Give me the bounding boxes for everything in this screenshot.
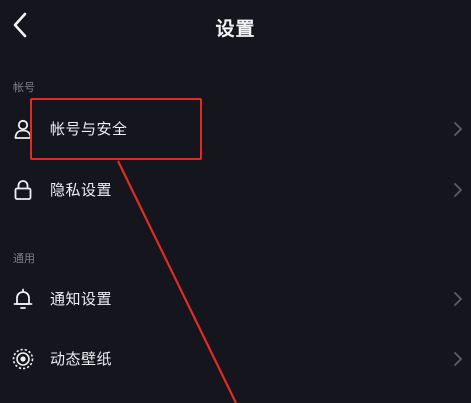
page-title: 设置	[215, 18, 256, 40]
live-wallpaper-icon	[11, 347, 35, 371]
settings-item-label: 动态壁纸	[50, 350, 113, 368]
chevron-right-icon	[453, 121, 463, 137]
section-label-account: 帐号	[13, 81, 35, 94]
settings-item-live-wallpaper[interactable]: 动态壁纸	[0, 336, 471, 382]
chevron-right-icon	[453, 291, 463, 307]
person-icon	[11, 117, 35, 141]
settings-item-label: 通知设置	[50, 290, 113, 308]
settings-item-label: 隐私设置	[50, 181, 113, 199]
settings-item-privacy[interactable]: 隐私设置	[0, 167, 471, 213]
lock-icon	[11, 178, 35, 202]
chevron-right-icon	[453, 351, 463, 367]
header-bar: 设置	[0, 0, 471, 58]
settings-item-account-security[interactable]: 帐号与安全	[0, 106, 471, 152]
chevron-right-icon	[453, 182, 463, 198]
settings-item-notifications[interactable]: 通知设置	[0, 276, 471, 322]
settings-item-label: 帐号与安全	[50, 120, 128, 138]
section-label-general: 通用	[13, 252, 35, 265]
bell-icon	[11, 287, 35, 311]
settings-screen: 设置 帐号 帐号与安全 隐私设置 通用 通知设置 动态壁纸	[0, 0, 471, 403]
